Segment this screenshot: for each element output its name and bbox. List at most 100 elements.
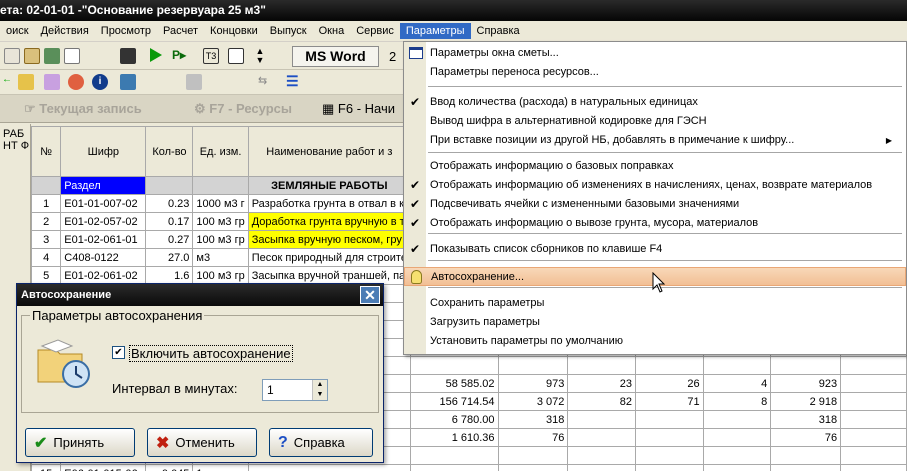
table-cell[interactable]: С408-0122: [60, 248, 147, 267]
table-cell[interactable]: 8: [702, 392, 772, 411]
table-cell[interactable]: 2 918: [770, 392, 842, 411]
menu-item[interactable]: Просмотр: [95, 23, 157, 39]
document-icon[interactable]: [64, 48, 80, 64]
table-cell[interactable]: 71: [635, 392, 704, 411]
interval-stepper[interactable]: 1 ▲ ▼: [262, 379, 328, 401]
updown-icon[interactable]: ▲ ▼: [252, 47, 268, 65]
table-cell[interactable]: 0.17: [145, 212, 194, 231]
table-cell[interactable]: Е06-01-015-06: [60, 464, 147, 471]
table-cell[interactable]: [192, 176, 249, 195]
column-header[interactable]: Наименование работ и з: [247, 126, 411, 177]
table-cell[interactable]: [840, 374, 907, 393]
play-p-icon[interactable]: P▸: [172, 48, 188, 64]
tab-current-record[interactable]: ☞ Текущая запись: [24, 98, 142, 120]
table-cell[interactable]: 0.23: [145, 194, 194, 213]
table-cell[interactable]: 6 780.00: [409, 410, 499, 429]
table-cell[interactable]: 27.0: [145, 248, 194, 267]
table-cell[interactable]: [409, 446, 499, 465]
table-cell[interactable]: 0.045: [145, 464, 194, 471]
table-cell[interactable]: 1: [30, 194, 62, 213]
table-cell[interactable]: [840, 446, 907, 465]
autosave-checkbox-label[interactable]: Включить автосохранение: [129, 345, 293, 362]
lock-icon[interactable]: [186, 74, 202, 90]
table-cell[interactable]: [145, 176, 194, 195]
table-cell[interactable]: [770, 446, 842, 465]
table-cell[interactable]: [497, 446, 569, 465]
table-cell[interactable]: [840, 410, 907, 429]
menu-option[interactable]: Параметры переноса ресурсов...: [404, 63, 906, 82]
table-cell[interactable]: [567, 410, 637, 429]
clipboard-icon[interactable]: [44, 48, 60, 64]
table-cell[interactable]: 2: [30, 212, 62, 231]
settings-icon[interactable]: [68, 74, 84, 90]
close-button[interactable]: ✕: [360, 286, 380, 304]
table-cell[interactable]: 4: [30, 248, 62, 267]
table-cell[interactable]: [567, 356, 637, 375]
table-cell[interactable]: Песок природный для строите: [247, 248, 411, 267]
table-cell[interactable]: [635, 410, 704, 429]
tab-f6[interactable]: ▦ F6 - Начи: [322, 98, 395, 120]
spin-up-button[interactable]: ▲: [312, 380, 327, 390]
table-cell[interactable]: 100 м3 гр: [192, 266, 249, 285]
list-icon[interactable]: ☰: [286, 74, 302, 90]
help-button[interactable]: ? Справка: [269, 428, 373, 457]
table-cell[interactable]: 1.6: [145, 266, 194, 285]
table-cell[interactable]: 82: [567, 392, 637, 411]
table-cell[interactable]: [770, 464, 842, 471]
image-icon[interactable]: [120, 74, 136, 90]
play-icon[interactable]: [150, 48, 162, 62]
table-cell[interactable]: 318: [770, 410, 842, 429]
menu-item[interactable]: Концовки: [204, 23, 264, 39]
copy-icon[interactable]: [4, 48, 20, 64]
column-header[interactable]: Ед. изм.: [192, 126, 249, 177]
table-cell[interactable]: 26: [635, 374, 704, 393]
table-cell[interactable]: 156 714.54: [409, 392, 499, 411]
column-header[interactable]: Шифр: [60, 126, 147, 177]
table-cell[interactable]: Засыпка вручной траншей, па: [247, 266, 411, 285]
accept-button[interactable]: ✔ Принять: [25, 428, 135, 457]
table-cell[interactable]: [635, 356, 704, 375]
table-cell[interactable]: [702, 446, 772, 465]
menu-item[interactable]: оиск: [0, 23, 35, 39]
table-cell[interactable]: 3 072: [497, 392, 569, 411]
table-cell[interactable]: Доработка грунта вручную в т: [247, 212, 411, 231]
table-cell[interactable]: [567, 464, 637, 471]
table-cell[interactable]: [702, 356, 772, 375]
menu-option[interactable]: ✔ Ввод количества (расхода) в натуральных…: [404, 93, 906, 112]
table-cell[interactable]: 0.27: [145, 230, 194, 249]
table-cell[interactable]: 318: [497, 410, 569, 429]
column-header[interactable]: Кол-во: [145, 126, 194, 177]
menu-item[interactable]: Расчет: [157, 23, 204, 39]
table-cell[interactable]: [840, 392, 907, 411]
binoculars-icon[interactable]: [120, 48, 136, 64]
menu-option[interactable]: ✔ Показывать список сборников по клавише …: [404, 240, 906, 259]
table-cell[interactable]: [840, 428, 907, 447]
cancel-button[interactable]: ✖ Отменить: [147, 428, 257, 457]
spin-down-button[interactable]: ▼: [312, 390, 327, 400]
arrow-icon[interactable]: ←: [2, 74, 18, 90]
table-cell[interactable]: [770, 356, 842, 375]
table-cell[interactable]: [635, 446, 704, 465]
table-cell[interactable]: Е01-02-061-01: [60, 230, 147, 249]
table-cell[interactable]: [30, 176, 62, 195]
table-cell[interactable]: [497, 356, 569, 375]
table-cell[interactable]: 5: [30, 266, 62, 285]
table-cell[interactable]: [409, 464, 499, 471]
table-cell[interactable]: Е01-01-007-02: [60, 194, 147, 213]
menu-option[interactable]: ✔ Отображать информацию об изменениях в н…: [404, 176, 906, 195]
table-cell[interactable]: 23: [567, 374, 637, 393]
info-icon[interactable]: i: [92, 74, 108, 90]
transfer-icon[interactable]: ⇆: [258, 74, 274, 90]
folder-open-icon[interactable]: [18, 74, 34, 90]
menu-option[interactable]: Сохранить параметры: [404, 294, 906, 313]
panel-icon[interactable]: [228, 48, 244, 64]
table-cell[interactable]: 15: [30, 464, 62, 471]
table-cell[interactable]: ЗЕМЛЯНЫЕ РАБОТЫ: [247, 176, 411, 195]
table-cell[interactable]: Засыпка вручную песком, гру: [247, 230, 411, 249]
table-cell[interactable]: Разработка грунта в отвал в к: [247, 194, 411, 213]
table-cell[interactable]: [567, 446, 637, 465]
menu-item[interactable]: Параметры: [399, 23, 471, 39]
menu-item[interactable]: Справка: [471, 23, 526, 39]
table-cell[interactable]: 3: [30, 230, 62, 249]
table-cell[interactable]: 1 610.36: [409, 428, 499, 447]
